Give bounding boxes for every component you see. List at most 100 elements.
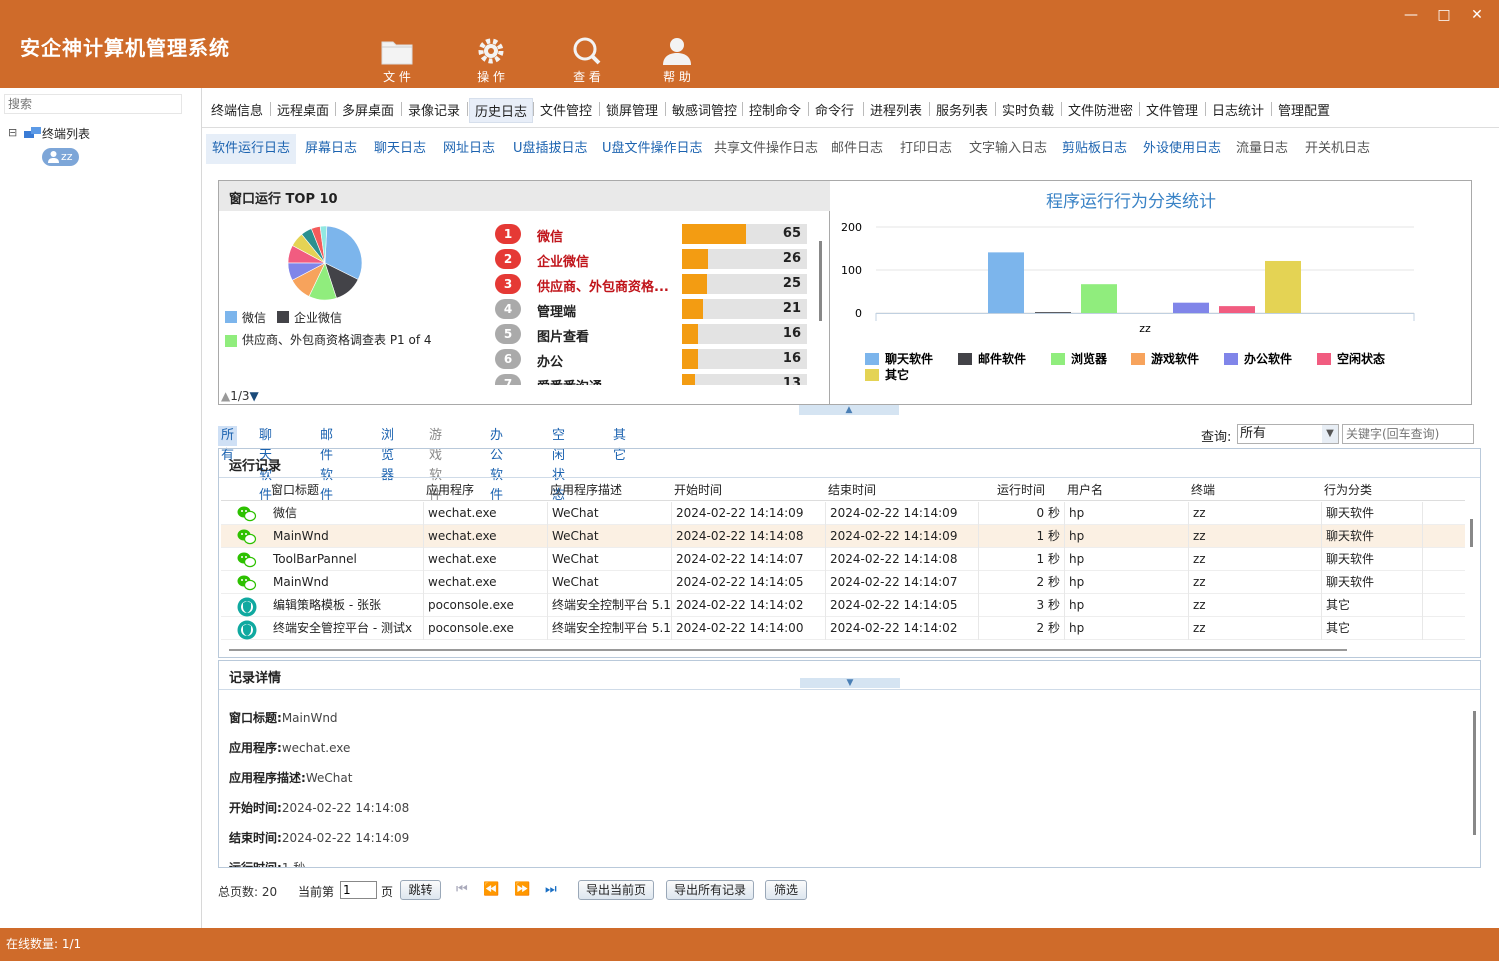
filter-tab[interactable]: 空闲状态 [549,426,568,503]
filter-tab[interactable]: 游戏软件 [426,426,445,503]
menu-item[interactable]: 进程列表 [865,98,927,121]
filter-tab[interactable]: 所有 [218,426,238,463]
jump-button[interactable]: 跳转 [400,880,441,900]
menu-item[interactable]: 实时负载 [997,98,1059,121]
legend-item[interactable]: 邮件软件 [978,351,1026,366]
table-row[interactable]: ToolBarPannel wechat.exe WeChat 2024-02-22 … [221,548,1465,571]
menu-item[interactable]: 多屏桌面 [337,98,399,121]
prev-page-icon[interactable]: ⏪ [483,882,499,897]
subtab[interactable]: 聊天日志 [368,134,432,164]
menu-item[interactable]: 控制命令 [744,98,806,121]
legend-item[interactable]: 游戏软件 [1151,351,1199,366]
subtab[interactable]: 文字输入日志 [963,134,1053,164]
last-page-icon[interactable]: ⏭ [545,882,557,897]
toolbar-view-button[interactable]: 查 看 [557,36,617,85]
filter-button[interactable]: 筛选 [765,880,807,900]
pie-pager[interactable]: ▲1/3▼ [221,389,259,403]
column-header[interactable]: 终端 [1191,479,1324,501]
legend-item[interactable]: 聊天软件 [885,351,933,366]
bar[interactable] [1219,306,1255,313]
rank-scrollbar[interactable] [819,241,822,321]
bar[interactable] [1173,302,1209,313]
expand-detail-handle[interactable]: ▼ [800,678,900,688]
minimize-button[interactable]: — [1397,4,1425,26]
column-header[interactable]: 应用程序 [426,479,550,501]
export-page-button[interactable]: 导出当前页 [578,880,654,900]
tree-item-zz[interactable]: zz [42,148,79,166]
maximize-button[interactable]: □ [1430,4,1458,26]
next-page-icon[interactable]: ⏩ [514,882,530,897]
column-header[interactable]: 结束时间 [828,479,981,501]
bar[interactable] [988,252,1024,313]
menu-item[interactable]: 文件管理 [1141,98,1203,121]
menu-item[interactable]: 文件防泄密 [1063,98,1138,121]
column-header[interactable]: 用户名 [1067,479,1191,501]
menu-item[interactable]: 文件管控 [535,98,597,121]
subtab[interactable]: 屏幕日志 [299,134,363,164]
subtab[interactable]: 流量日志 [1230,134,1294,164]
menu-item[interactable]: 敏感词管控 [667,98,742,121]
menu-item[interactable]: 远程桌面 [272,98,334,121]
first-page-icon[interactable]: ⏮ [456,882,468,897]
subtab[interactable]: U盘文件操作日志 [596,134,709,164]
menu-item[interactable]: 录像记录 [403,98,465,121]
chevron-down-icon[interactable]: ▼ [1322,425,1338,443]
menu-item[interactable]: 管理配置 [1273,98,1335,121]
table-row[interactable]: MainWnd wechat.exe WeChat 2024-02-22 14:14:… [221,525,1465,548]
column-header[interactable]: 行为分类 [1324,479,1425,501]
menu-item[interactable]: 历史日志 [469,98,534,123]
subtab[interactable]: U盘插拔日志 [507,134,594,164]
filter-tab[interactable]: 其它 [610,426,629,463]
query-select[interactable]: 所有 ▼ [1237,424,1339,444]
menu-item[interactable]: 锁屏管理 [601,98,663,121]
tree-root[interactable]: ⊟ 终端列表 [8,124,198,144]
menu-item[interactable]: 命令行 [810,98,859,121]
filter-tab[interactable]: 邮件软件 [317,426,336,503]
legend-item[interactable]: 浏览器 [1071,351,1108,366]
column-header[interactable]: 应用程序描述 [550,479,674,501]
subtab[interactable]: 邮件日志 [825,134,889,164]
menu-item[interactable]: 终端信息 [206,98,268,121]
toolbar-help-button[interactable]: 帮 助 [647,36,707,85]
page-up-icon[interactable]: ▲ [221,389,230,403]
rank-name: 供应商、外包商资格... [537,280,669,295]
subtab[interactable]: 外设使用日志 [1137,134,1227,164]
filter-tab[interactable]: 浏览器 [378,426,397,483]
export-all-button[interactable]: 导出所有记录 [666,880,754,900]
column-header[interactable]: 窗口标题 [271,479,426,501]
table-row[interactable]: MainWnd wechat.exe WeChat 2024-02-22 14:14:… [221,571,1465,594]
keyword-search-input[interactable] [1342,424,1474,444]
bar[interactable] [1265,260,1301,313]
subtab[interactable]: 开关机日志 [1299,134,1376,164]
subtab[interactable]: 网址日志 [437,134,501,164]
table-row[interactable]: 编辑策略模板 - 张张 poconsole.exe 终端安全控制平台 5.1 2024… [221,594,1465,617]
records-vscrollbar[interactable] [1470,519,1473,547]
subtab[interactable]: 共享文件操作日志 [708,134,824,164]
bar[interactable] [1081,284,1117,313]
legend-item[interactable]: 空闲状态 [1337,351,1385,366]
menu-item[interactable]: 服务列表 [931,98,993,121]
page-down-icon[interactable]: ▼ [250,389,259,403]
menu-item[interactable]: 日志统计 [1207,98,1269,121]
close-button[interactable]: ✕ [1463,4,1491,26]
legend-item[interactable]: 其它 [885,367,909,382]
legend-item[interactable]: 办公软件 [1244,351,1292,366]
subtab[interactable]: 软件运行日志 [206,134,297,164]
subtab[interactable]: 打印日志 [894,134,958,164]
sidebar-search-input[interactable] [4,94,182,114]
collapse-panel-handle[interactable]: ▲ [799,405,899,415]
toolbar-file-button[interactable]: 文 件 [367,36,427,85]
records-hscrollbar[interactable] [229,649,1347,651]
filter-tab[interactable]: 聊天软件 [256,426,275,503]
filter-tab[interactable]: 办公软件 [487,426,506,503]
column-header[interactable]: 开始时间 [674,479,828,501]
bar[interactable] [1035,312,1071,313]
table-row[interactable]: 微信 wechat.exe WeChat 2024-02-22 14:14:09 202… [221,502,1465,525]
subtab[interactable]: 剪贴板日志 [1056,134,1133,164]
tree-toggle-icon[interactable]: ⊟ [8,126,17,139]
page-number-input[interactable] [340,881,377,899]
detail-scrollbar[interactable] [1473,711,1476,835]
computers-icon [24,127,41,138]
toolbar-operate-button[interactable]: 操 作 [461,36,521,85]
table-row[interactable]: 终端安全管控平台 - 测试x poconsole.exe 终端安全控制平台 5.1 2… [221,617,1465,640]
